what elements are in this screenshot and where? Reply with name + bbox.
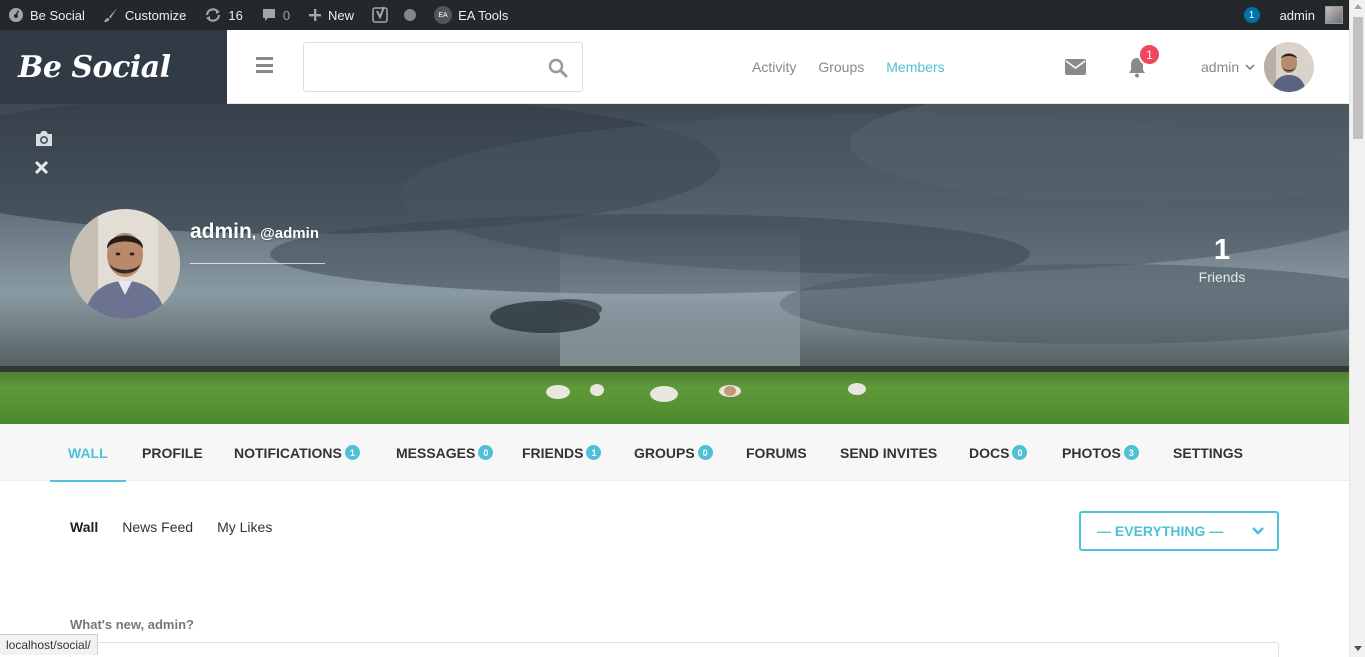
- new-content-menu[interactable]: New: [300, 0, 364, 30]
- logo-link[interactable]: Be Social: [0, 30, 227, 104]
- name-divider: [190, 263, 325, 264]
- wp-admin-bar: Be Social Customize 16 0 New EA EA Tools…: [0, 0, 1365, 30]
- user-dropdown[interactable]: admin: [1201, 59, 1255, 75]
- customize-label: Customize: [124, 7, 187, 23]
- profile-tabs: WALL PROFILE NOTIFICATIONS 1 MESSAGES 0 …: [0, 424, 1349, 482]
- site-logo: Be Social: [18, 49, 171, 85]
- page-scrollbar[interactable]: [1349, 0, 1365, 657]
- cover-image: [0, 104, 1349, 424]
- tab-label: NOTIFICATIONS: [234, 444, 342, 461]
- friends-count: 1: [1213, 234, 1231, 266]
- profile-display-name: admin: [190, 220, 252, 243]
- menu-toggle-icon[interactable]: [256, 57, 273, 73]
- scroll-up-arrow-icon[interactable]: [1354, 4, 1362, 9]
- tab-label: FRIENDS: [522, 444, 584, 461]
- tab-label: FORUMS: [746, 444, 807, 461]
- comments-menu[interactable]: 0: [253, 0, 300, 30]
- whats-new-label: What's new, admin?: [70, 617, 194, 632]
- status-bar-url: localhost/social/: [0, 634, 98, 655]
- ea-tools-menu[interactable]: EA EA Tools: [426, 0, 518, 30]
- tab-groups[interactable]: GROUPS 0: [634, 424, 713, 481]
- tab-friends[interactable]: FRIENDS 1: [522, 424, 602, 481]
- tab-photos[interactable]: PHOTOS 3: [1062, 424, 1139, 481]
- search-icon[interactable]: [548, 58, 568, 78]
- tab-label: SEND INVITES: [840, 444, 938, 461]
- activity-filter-select[interactable]: — EVERYTHING —: [1079, 511, 1279, 551]
- search-input[interactable]: [304, 43, 534, 91]
- brush-icon: [103, 7, 119, 23]
- tab-label: WALL: [68, 444, 108, 461]
- tab-notifications[interactable]: NOTIFICATIONS 1: [234, 424, 360, 481]
- nav-members[interactable]: Members: [886, 59, 944, 75]
- site-name: Be Social: [30, 7, 85, 23]
- main-nav: Activity Groups Members: [752, 59, 945, 75]
- subnav-my-likes[interactable]: My Likes: [217, 519, 272, 535]
- new-label: New: [328, 7, 355, 23]
- admin-notification-badge: 1: [1243, 7, 1260, 23]
- tab-messages[interactable]: MESSAGES 0: [396, 424, 494, 481]
- refresh-icon: [204, 7, 222, 23]
- page: Be Social Customize 16 0 New EA EA Tools…: [0, 0, 1365, 657]
- tab-docs[interactable]: DOCS 0: [969, 424, 1028, 481]
- tab-count-badge: 0: [1012, 445, 1028, 460]
- status-dot-icon: [404, 9, 417, 21]
- camera-icon[interactable]: [34, 130, 54, 152]
- nav-groups[interactable]: Groups: [818, 59, 864, 75]
- header-avatar[interactable]: [1264, 42, 1314, 92]
- envelope-icon[interactable]: [1065, 59, 1086, 75]
- site-header: Be Social Activity Groups Members 1 admi…: [0, 30, 1349, 104]
- chevron-down-icon: [1252, 527, 1264, 535]
- plus-icon: [308, 8, 322, 22]
- profile-name-block: admin, @admin: [190, 220, 319, 244]
- tab-count-badge: 1: [344, 445, 360, 460]
- customize-menu[interactable]: Customize: [95, 0, 196, 30]
- friends-stat[interactable]: 1 Friends: [1194, 234, 1250, 285]
- tab-count-badge: 0: [697, 445, 713, 460]
- tab-label: GROUPS: [634, 444, 695, 461]
- scroll-thumb[interactable]: [1353, 17, 1363, 139]
- comments-count: 0: [282, 7, 291, 23]
- tab-label: MESSAGES: [396, 444, 476, 461]
- updates-count: 16: [228, 7, 243, 23]
- nav-activity[interactable]: Activity: [752, 59, 796, 75]
- tab-count-badge: 0: [478, 445, 494, 460]
- activity-subnav: Wall News Feed My Likes: [70, 519, 272, 535]
- comment-icon: [261, 7, 277, 23]
- close-icon[interactable]: [34, 160, 49, 179]
- updates-menu[interactable]: 16: [196, 0, 252, 30]
- tab-label: PROFILE: [142, 444, 203, 461]
- tab-wall[interactable]: WALL: [50, 424, 126, 482]
- yoast-icon: [372, 6, 390, 24]
- tab-forums[interactable]: FORUMS: [746, 424, 807, 481]
- site-menu[interactable]: Be Social: [0, 0, 95, 30]
- subnav-news-feed[interactable]: News Feed: [122, 519, 193, 535]
- tab-count-badge: 1: [586, 445, 602, 460]
- admin-user-label: admin: [1279, 7, 1315, 23]
- whats-new-textarea[interactable]: [70, 642, 1279, 657]
- admin-avatar: [1325, 6, 1343, 24]
- filter-selected-value: — EVERYTHING —: [1097, 523, 1224, 539]
- user-name: admin: [1201, 59, 1240, 75]
- ea-tools-label: EA Tools: [458, 7, 509, 23]
- tab-settings[interactable]: SETTINGS: [1173, 424, 1243, 481]
- tab-send-invites[interactable]: SEND INVITES: [840, 424, 937, 481]
- tab-label: DOCS: [969, 444, 1010, 461]
- chevron-down-icon: [1245, 63, 1255, 70]
- tab-label: PHOTOS: [1062, 444, 1121, 461]
- search-box: [303, 42, 583, 92]
- my-account-menu[interactable]: 1 admin: [1243, 0, 1365, 30]
- cover-photo: admin, @admin 1 Friends: [0, 104, 1349, 424]
- tab-label: SETTINGS: [1173, 444, 1244, 461]
- tab-count-badge: 3: [1123, 445, 1139, 460]
- scroll-down-arrow-icon[interactable]: [1354, 646, 1362, 651]
- notification-count-badge: 1: [1138, 43, 1161, 66]
- friends-label: Friends: [1198, 269, 1246, 285]
- yoast-menu[interactable]: [364, 0, 426, 30]
- tab-profile[interactable]: PROFILE: [142, 424, 203, 481]
- ea-logo-icon: EA: [434, 6, 453, 24]
- profile-avatar[interactable]: [70, 209, 180, 319]
- profile-handle: , @admin: [251, 225, 319, 242]
- dashboard-icon: [8, 7, 24, 23]
- subnav-wall[interactable]: Wall: [70, 519, 98, 535]
